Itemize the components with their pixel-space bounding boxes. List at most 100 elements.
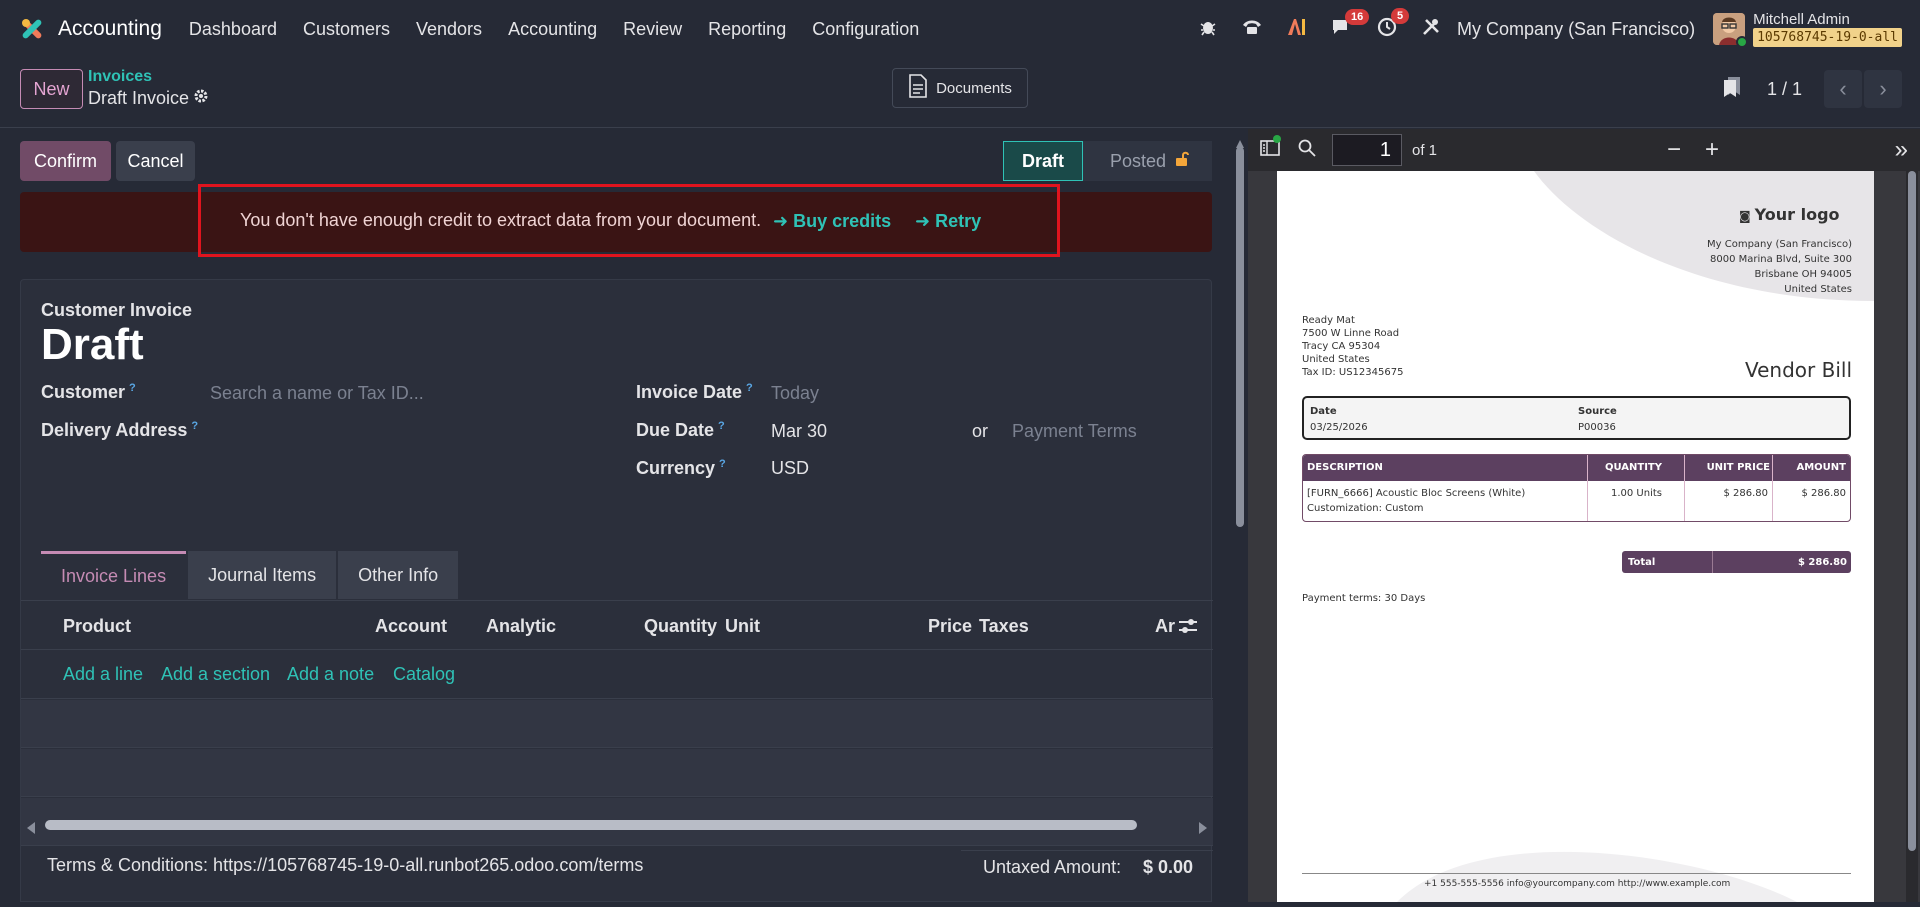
customer-label: Customer? [41, 382, 136, 403]
partner-address-line: 7500 W Linne Road [1302, 328, 1400, 339]
scroll-left-icon[interactable] [27, 819, 35, 839]
retry-link[interactable]: ➜ Retry [915, 211, 981, 232]
due-date-label-text: Due Date [636, 420, 715, 440]
add-line-link[interactable]: Add a line [63, 664, 143, 685]
add-section-link[interactable]: Add a section [161, 664, 270, 685]
tab-invoice-lines[interactable]: Invoice Lines [41, 551, 187, 599]
col-quantity[interactable]: Quantity [644, 616, 717, 637]
currency-input[interactable]: USD [771, 458, 809, 479]
pdf-page-input[interactable] [1332, 134, 1402, 166]
buy-credits-link[interactable]: ➜ Buy credits [773, 211, 891, 232]
payment-terms-input[interactable]: Payment Terms [1012, 421, 1137, 442]
activity-badge: 5 [1391, 7, 1410, 24]
horizontal-scroll-thumb[interactable] [45, 820, 1137, 830]
bug-icon[interactable] [1199, 18, 1217, 41]
camera-icon: ◙ [1739, 209, 1751, 223]
company-address-line: My Company (San Francisco) [1707, 239, 1852, 250]
pdf-line-quantity: 1.00 Units [1610, 488, 1662, 499]
pdf-page-count: of 1 [1412, 141, 1438, 159]
confirm-button[interactable]: Confirm [20, 141, 111, 181]
tab-other-info[interactable]: Other Info [338, 551, 459, 599]
sidebar-toggle-icon[interactable] [1260, 134, 1281, 162]
tools-icon[interactable] [1421, 17, 1441, 42]
menu-vendors[interactable]: Vendors [416, 19, 482, 40]
column-settings-icon[interactable] [1178, 617, 1198, 640]
info-box: Date 03/25/2026 Source P00036 [1302, 396, 1851, 440]
partner-address-line: Ready Mat [1302, 315, 1355, 326]
pdf-line-amount: $ 286.80 [1801, 488, 1846, 499]
partner-address-line: Tax ID: US12345675 [1302, 367, 1404, 378]
pager-next-button[interactable]: › [1864, 70, 1902, 108]
documents-button[interactable]: Documents [892, 68, 1028, 108]
messages-icon[interactable]: 16 [1331, 8, 1370, 41]
status-posted[interactable]: Posted [1082, 141, 1212, 181]
pager-previous-button[interactable]: ‹ [1824, 70, 1862, 108]
menu-reporting[interactable]: Reporting [708, 19, 786, 40]
col-divider [1684, 455, 1685, 521]
user-menu[interactable]: Mitchell Admin 105768745-19-0-all [1753, 11, 1902, 47]
bookmark-icon[interactable] [1723, 76, 1741, 103]
menu-dashboard[interactable]: Dashboard [189, 19, 277, 40]
form-vertical-scroll-thumb[interactable] [1236, 147, 1244, 527]
app-brand[interactable]: Accounting [18, 15, 176, 43]
add-note-link[interactable]: Add a note [287, 664, 374, 685]
pdf-toolbar: of 1 − + » [1248, 129, 1920, 171]
invoice-date-label: Invoice Date? [636, 382, 753, 403]
menu-accounting[interactable]: Accounting [508, 19, 597, 40]
pdf-col-description: DESCRIPTION [1307, 462, 1383, 473]
tools-expand-icon[interactable]: » [1895, 136, 1908, 164]
company-switcher[interactable]: My Company (San Francisco) [1457, 19, 1695, 40]
due-date-input[interactable]: Mar 30 [771, 421, 827, 442]
col-amount[interactable]: Ar [1155, 616, 1175, 637]
col-product[interactable]: Product [63, 616, 131, 637]
tab-journal-items[interactable]: Journal Items [188, 551, 337, 599]
alert-message: You don't have enough credit to extract … [240, 210, 762, 230]
scroll-right-icon[interactable] [1199, 819, 1207, 839]
customer-label-text: Customer [41, 382, 126, 402]
pdf-col-quantity: QUANTITY [1604, 462, 1662, 473]
menu-configuration[interactable]: Configuration [812, 19, 919, 40]
col-account[interactable]: Account [375, 616, 447, 637]
pdf-line-price: $ 286.80 [1723, 488, 1768, 499]
pdf-total-label: Total [1628, 557, 1656, 568]
new-button[interactable]: New [20, 69, 83, 109]
search-icon[interactable] [1298, 139, 1316, 162]
menu-review[interactable]: Review [623, 19, 682, 40]
chevron-right-icon: › [1879, 76, 1887, 101]
gear-icon[interactable] [193, 88, 209, 109]
pdf-vertical-scroll-thumb[interactable] [1908, 171, 1916, 851]
empty-row [21, 700, 1213, 748]
zoom-out-icon[interactable]: − [1667, 136, 1681, 164]
catalog-link[interactable]: Catalog [393, 664, 455, 685]
chevron-left-icon: ‹ [1839, 76, 1847, 101]
customer-input[interactable]: Search a name or Tax ID... [210, 383, 424, 404]
ai-icon[interactable] [1287, 18, 1307, 41]
company-address-line: United States [1784, 284, 1852, 295]
delivery-address-label-text: Delivery Address [41, 420, 188, 440]
col-divider [1587, 455, 1588, 521]
status-posted-label: Posted [1110, 150, 1167, 171]
pager-value[interactable]: 1 / 1 [1767, 79, 1802, 100]
col-analytic[interactable]: Analytic [486, 616, 556, 637]
status-draft[interactable]: Draft [1003, 141, 1083, 181]
or-text: or [972, 421, 989, 441]
col-unit[interactable]: Unit [725, 616, 760, 637]
phone-icon[interactable] [1241, 18, 1263, 41]
breadcrumb-invoices[interactable]: Invoices [88, 68, 152, 86]
pdf-vertical-scrollbar[interactable] [1906, 171, 1918, 902]
invoice-date-input[interactable]: Today [771, 383, 819, 404]
form-vertical-scrollbar[interactable] [1234, 129, 1246, 902]
page-decoration [1397, 171, 1874, 902]
untaxed-value: $ 0.00 [1142, 857, 1193, 877]
user-avatar[interactable] [1713, 13, 1749, 48]
col-taxes[interactable]: Taxes [979, 616, 1029, 637]
menu-customers[interactable]: Customers [303, 19, 390, 40]
your-logo-text: Your logo [1754, 205, 1840, 224]
zoom-in-icon[interactable]: + [1705, 136, 1719, 164]
main-navbar: Accounting Dashboard Customers Vendors A… [0, 0, 1920, 58]
totals-block: Untaxed Amount: $ 0.00 [961, 850, 1213, 907]
horizontal-scrollbar[interactable] [23, 816, 1211, 834]
activity-clock-icon[interactable]: 5 [1377, 7, 1410, 42]
cancel-button[interactable]: Cancel [116, 141, 195, 181]
col-price[interactable]: Price [928, 616, 972, 637]
